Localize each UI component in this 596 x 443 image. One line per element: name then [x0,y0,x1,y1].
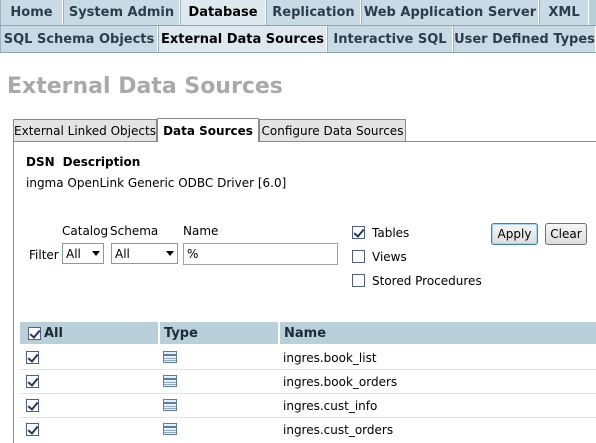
object-name[interactable]: ingres.cust_info [283,399,377,413]
table-icon [163,375,177,387]
select-all-checkbox[interactable] [28,327,41,340]
schema-select-value: All [115,246,130,261]
row-checkbox[interactable] [26,351,39,364]
type-label: Type [164,325,198,341]
nav-tab-interactive-sql[interactable]: Interactive SQL [327,26,453,52]
name-filter-input[interactable]: % [183,243,338,265]
dropdown-arrow-icon [92,251,100,256]
tab-data-sources[interactable]: Data Sources [157,118,259,142]
object-name[interactable]: ingres.book_orders [283,375,397,389]
views-label: Views [372,250,407,264]
all-label: All [44,325,63,341]
nav-tab-external-data-sources[interactable]: External Data Sources [158,26,327,52]
row-divider [20,393,596,394]
row-checkbox[interactable] [26,375,39,388]
nav-tab-user-defined-types[interactable]: User Defined Types [453,26,596,52]
object-name[interactable]: ingres.cust_orders [283,423,393,437]
catalog-label: Catalog [62,224,109,238]
tables-checkbox[interactable] [352,226,365,239]
description-column-label: Description [62,155,141,169]
secondary-nav: SQL Schema Objects External Data Sources… [0,26,596,53]
nav-tab-home[interactable]: Home [0,0,63,25]
column-header-type[interactable]: Type [160,322,279,344]
tab-configure-data-sources[interactable]: Configure Data Sources [259,119,406,141]
nav-tab-system-admin[interactable]: System Admin [63,0,180,25]
row-divider [20,417,596,418]
object-name[interactable]: ingres.book_list [283,351,377,365]
table-icon [163,351,177,363]
catalog-select[interactable]: All [62,243,104,264]
row-checkbox[interactable] [26,423,39,436]
schema-label: Schema [110,224,159,238]
stored-procedures-label: Stored Procedures [372,274,482,288]
clear-button[interactable]: Clear [545,223,587,245]
nav-tab-xml[interactable]: XML [539,0,589,25]
dsn-column-label: DSN [26,155,55,169]
tab-external-linked-objects[interactable]: External Linked Objects [13,119,157,141]
dsn-value: ingma OpenLink Generic ODBC Driver [6.0] [26,176,287,190]
table-icon [163,399,177,411]
nav-tab-sql-schema-objects[interactable]: SQL Schema Objects [0,26,158,52]
nav-tab-replication[interactable]: Replication [266,0,361,25]
primary-nav: Home System Admin Database Replication W… [0,0,596,26]
nav-tab-database[interactable]: Database [180,0,266,25]
row-checkbox[interactable] [26,399,39,412]
name-label: Name [183,224,219,238]
schema-select[interactable]: All [111,243,178,264]
name-label: Name [284,325,327,341]
row-divider [20,369,596,370]
name-filter-value: % [187,247,199,261]
stored-procedures-checkbox[interactable] [352,274,365,287]
views-checkbox[interactable] [352,250,365,263]
column-header-name[interactable]: Name [280,322,596,344]
page-title: External Data Sources [7,74,283,99]
filter-label: Filter [29,248,59,262]
apply-button[interactable]: Apply [491,223,538,245]
dsn-header: DSN Description [26,155,148,169]
table-icon [163,423,177,435]
catalog-select-value: All [66,246,81,261]
nav-tab-web-application-server[interactable]: Web Application Server [361,0,539,25]
tables-label: Tables [372,226,410,240]
dropdown-arrow-icon [166,251,174,256]
